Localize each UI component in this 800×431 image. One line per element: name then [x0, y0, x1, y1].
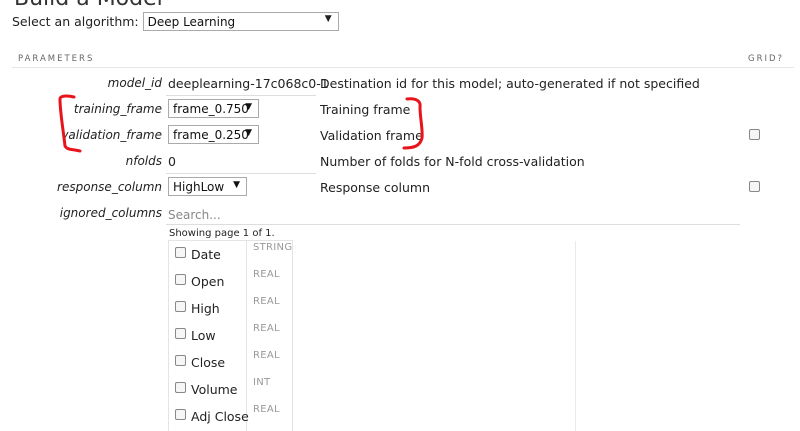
param-row-model-id: model_id deeplearning-17c068c0-1 Destina… — [0, 70, 800, 96]
param-row-nfolds: nfolds 0 Number of folds for N-fold cros… — [0, 148, 800, 174]
validation-frame-value: frame_0.250 — [173, 127, 249, 142]
column-checkbox[interactable] — [175, 328, 186, 339]
training-frame-select[interactable]: frame_0.750 ▼ — [168, 99, 259, 118]
column-name: High — [191, 301, 220, 316]
chevron-down-icon: ▼ — [245, 102, 252, 112]
validation-frame-select[interactable]: frame_0.250 ▼ — [168, 125, 259, 144]
param-row-response-column: response_column HighLow ▼ Response colum… — [0, 174, 800, 200]
column-checkbox[interactable] — [175, 274, 186, 285]
algorithm-label: Select an algorithm: — [12, 14, 139, 29]
column-name: Date — [191, 247, 221, 262]
column-checkbox[interactable] — [175, 382, 186, 393]
param-description: Training frame — [320, 102, 411, 117]
chevron-down-icon: ▼ — [324, 14, 332, 24]
column-checkbox[interactable] — [175, 301, 186, 312]
parameters-header: PARAMETERS — [18, 54, 95, 64]
ignored-columns-search-input[interactable]: Search... — [168, 206, 740, 226]
column-type: REAL — [253, 269, 280, 280]
column-checkbox[interactable] — [175, 247, 186, 258]
algorithm-select[interactable]: Deep Learning ▼ — [142, 12, 339, 31]
param-name: validation_frame — [61, 128, 162, 142]
model-id-field[interactable]: deeplearning-17c068c0-1 — [168, 73, 329, 91]
page-title: Build a Model — [14, 0, 163, 8]
column-type: REAL — [253, 350, 280, 361]
list-item[interactable]: High REAL — [169, 295, 294, 322]
param-row-validation-frame: validation_frame frame_0.250 ▼ Validatio… — [0, 122, 800, 148]
list-item[interactable]: Date STRING — [169, 241, 294, 268]
column-checkbox[interactable] — [175, 355, 186, 366]
algorithm-selected-value: Deep Learning — [147, 14, 236, 29]
response-column-select[interactable]: HighLow ▼ — [168, 177, 247, 196]
list-panel-border — [293, 241, 576, 431]
column-type: REAL — [253, 404, 280, 415]
list-item[interactable]: Low REAL — [169, 322, 294, 349]
param-name: response_column — [57, 180, 162, 194]
param-name: nfolds — [125, 154, 162, 168]
column-name: Low — [191, 328, 216, 343]
grid-checkbox-validation-frame[interactable] — [749, 129, 760, 140]
response-column-value: HighLow — [173, 179, 225, 194]
column-type: INT — [253, 377, 271, 388]
param-description: Validation frame — [320, 128, 423, 143]
chevron-down-icon: ▼ — [233, 180, 240, 190]
algorithm-row: Select an algorithm: Deep Learning ▼ — [12, 12, 339, 31]
param-description: Destination id for this model; auto-gene… — [320, 76, 700, 91]
list-item[interactable]: Adj Close REAL — [169, 403, 294, 430]
column-type: REAL — [253, 323, 280, 334]
chevron-down-icon: ▼ — [245, 128, 252, 138]
list-item[interactable]: Volume INT — [169, 376, 294, 403]
column-name: Volume — [191, 382, 238, 397]
column-name: Open — [191, 274, 225, 289]
page-title-strip: Build a Model — [0, 0, 800, 8]
list-item[interactable]: Close REAL — [169, 349, 294, 376]
grid-checkbox-response-column[interactable] — [749, 181, 760, 192]
ignored-columns-list: Date STRING Open REAL High REAL Low REAL… — [168, 240, 576, 431]
column-type: REAL — [253, 296, 280, 307]
column-name: Close — [191, 355, 226, 370]
search-underline — [166, 224, 740, 225]
param-name: model_id — [107, 76, 162, 90]
pagination-info: Showing page 1 of 1. — [169, 228, 275, 239]
param-description: Number of folds for N-fold cross-validat… — [320, 154, 585, 169]
column-type: STRING — [253, 242, 293, 253]
nfolds-field[interactable]: 0 — [168, 151, 176, 169]
param-name: ignored_columns — [59, 206, 162, 220]
param-name: training_frame — [73, 102, 162, 116]
column-checkbox[interactable] — [175, 409, 186, 420]
list-item[interactable]: Open REAL — [169, 268, 294, 295]
param-description: Response column — [320, 180, 431, 195]
training-frame-value: frame_0.750 — [173, 101, 249, 116]
grid-header: GRID? — [748, 54, 785, 64]
param-row-training-frame: training_frame frame_0.750 ▼ Training fr… — [0, 96, 800, 122]
column-name: Adj Close — [191, 409, 249, 424]
header-divider — [12, 67, 794, 68]
